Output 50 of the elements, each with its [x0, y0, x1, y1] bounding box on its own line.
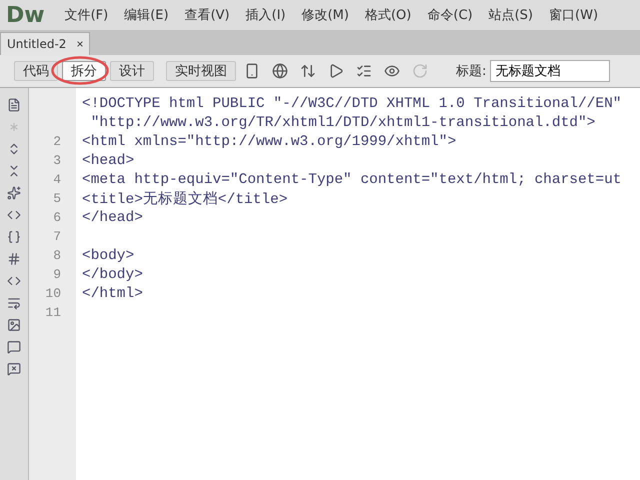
- line-number: 11: [44, 305, 61, 320]
- app-logo: Dw: [6, 2, 45, 28]
- code-line: <head>: [82, 152, 134, 168]
- line-number: 6: [52, 210, 61, 225]
- tab-label: Untitled-2: [7, 37, 66, 51]
- code-line: </html>: [82, 286, 143, 302]
- line-number: 8: [52, 248, 61, 263]
- line-number: 7: [52, 229, 61, 244]
- title-field[interactable]: 无标题文档: [490, 60, 610, 82]
- comment-icon[interactable]: [7, 340, 21, 354]
- close-button[interactable]: ×: [76, 37, 84, 51]
- view-button[interactable]: 实时视图: [166, 61, 236, 81]
- menu-item[interactable]: 查看(V): [176, 6, 238, 24]
- wrap-icon[interactable]: [7, 296, 21, 310]
- menu-item[interactable]: 命令(C): [419, 6, 481, 24]
- title-label: 标题:: [456, 63, 486, 80]
- tag-icon[interactable]: [7, 274, 21, 288]
- image-icon[interactable]: [7, 318, 21, 332]
- code-icon[interactable]: [7, 208, 21, 222]
- menu-item[interactable]: 文件(F): [56, 6, 116, 24]
- code-line: </head>: [82, 210, 143, 226]
- menu-item[interactable]: 修改(M): [294, 6, 357, 24]
- menu-item[interactable]: 窗口(W): [541, 6, 606, 24]
- code-line: <!DOCTYPE html PUBLIC "-//W3C//DTD XHTML 1.0 Transitional//EN": [82, 96, 622, 112]
- file-icon[interactable]: [7, 98, 21, 112]
- hash-icon[interactable]: [7, 252, 21, 266]
- menu-item[interactable]: 格式(O): [356, 6, 420, 24]
- view-button[interactable]: 代码: [14, 61, 58, 81]
- highlight-circle: [51, 56, 109, 85]
- code-line: "http://www.w3.org/TR/xhtml1/DTD/xhtml1-transitional.dtd">: [90, 114, 596, 130]
- line-number: 3: [52, 153, 61, 168]
- code-line: <meta http-equiv="Content-Type" content="text/html; charset=ut: [82, 172, 622, 188]
- code-line: <html xmlns="http://www.w3.org/1999/xhtml">: [82, 134, 456, 150]
- line-number: 5: [52, 191, 61, 206]
- line-number: 9: [52, 267, 61, 282]
- menu-item[interactable]: 站点(S): [480, 6, 542, 24]
- sparkle-icon[interactable]: [7, 186, 21, 200]
- view-button[interactable]: 设计: [110, 61, 154, 81]
- view-button[interactable]: 拆分: [62, 61, 106, 81]
- braces-icon[interactable]: [7, 230, 21, 244]
- remove-comment-icon[interactable]: [7, 362, 21, 376]
- code-line: </body>: [82, 266, 143, 282]
- code-line: <title>无标题文档</title>: [82, 190, 288, 208]
- menu-item[interactable]: 编辑(E): [116, 6, 177, 24]
- line-number: 2: [52, 134, 61, 149]
- line-number: 4: [52, 172, 61, 187]
- menu-item[interactable]: 插入(I): [238, 6, 294, 24]
- document-tab[interactable]: Untitled-2 ×: [0, 32, 90, 55]
- line-number: 10: [44, 286, 61, 301]
- code-line: <body>: [82, 248, 134, 264]
